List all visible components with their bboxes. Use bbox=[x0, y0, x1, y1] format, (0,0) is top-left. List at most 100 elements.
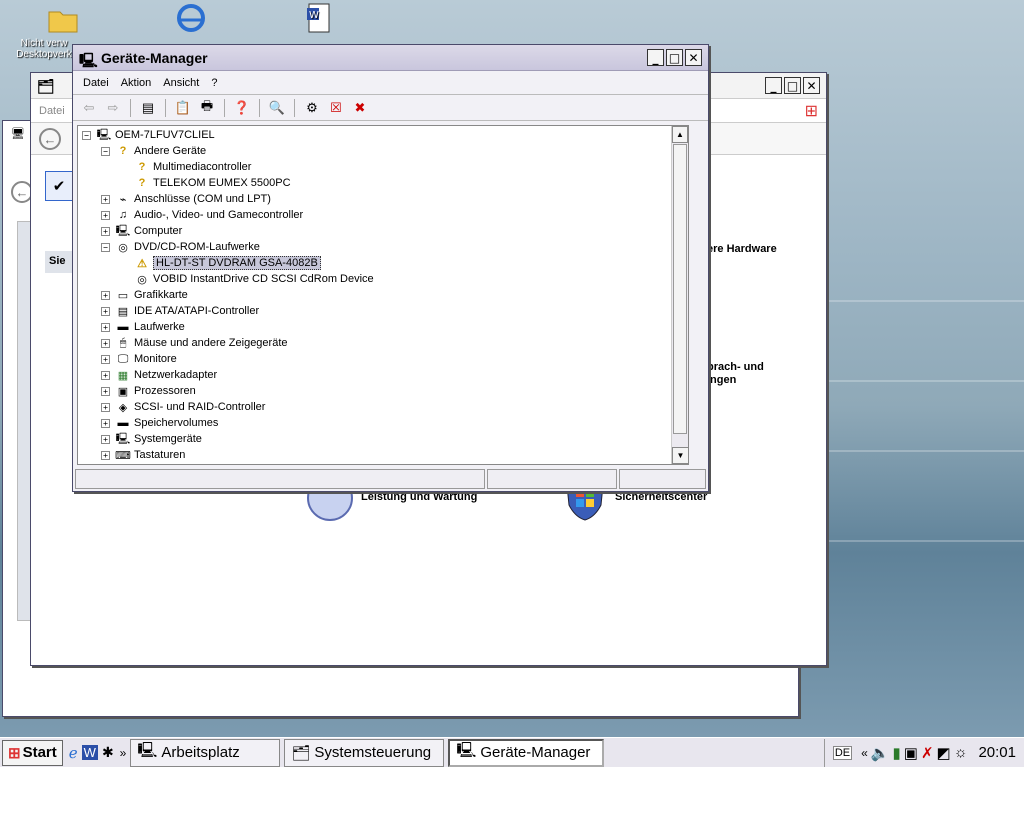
minimize-button[interactable]: _ bbox=[765, 77, 782, 94]
help-icon[interactable]: ❓ bbox=[232, 98, 252, 118]
tree-item-label: Speichervolumes bbox=[134, 417, 219, 429]
tree-item[interactable]: + ▭ Grafikkarte bbox=[101, 287, 188, 303]
warning-device-icon: ? bbox=[138, 177, 146, 189]
category-sicherheitscenter[interactable]: Sicherheitscenter bbox=[615, 491, 707, 503]
expand-toggle[interactable]: + bbox=[101, 402, 110, 412]
tree-child[interactable]: ? TELEKOM EUMEX 5500PC bbox=[134, 175, 291, 191]
tray-expand-icon[interactable]: « bbox=[861, 746, 868, 760]
tree-item[interactable]: − ? Andere Geräte bbox=[101, 143, 206, 159]
quicklaunch-word-icon[interactable]: W bbox=[81, 745, 98, 760]
task-geraete-manager[interactable]: 🖳 Geräte-Manager bbox=[448, 738, 605, 767]
folder-icon bbox=[48, 11, 78, 33]
scroll-down-arrow-icon[interactable]: ▼ bbox=[672, 447, 688, 464]
expand-toggle[interactable]: + bbox=[101, 354, 110, 364]
expand-toggle[interactable]: + bbox=[101, 226, 110, 236]
collapse-toggle[interactable]: − bbox=[101, 242, 110, 252]
quicklaunch-ie-icon[interactable]: ℯ bbox=[69, 744, 78, 762]
expand-toggle[interactable]: + bbox=[101, 434, 110, 444]
tree-item[interactable]: + ♫ Audio-, Video- und Gamecontroller bbox=[101, 207, 303, 223]
expand-toggle[interactable]: + bbox=[101, 370, 110, 380]
svg-text:W: W bbox=[309, 10, 319, 21]
tree-item[interactable]: + ▤ IDE ATA/ATAPI-Controller bbox=[101, 303, 259, 319]
maximize-button[interactable]: □ bbox=[666, 49, 683, 66]
uninstall-device-icon[interactable]: ✖ bbox=[350, 98, 370, 118]
tree-item[interactable]: + ⌨ Tastaturen bbox=[101, 447, 185, 463]
tree-item[interactable]: + ▣ Prozessoren bbox=[101, 383, 196, 399]
update-driver-icon[interactable]: ⚙ bbox=[302, 98, 322, 118]
tree-item[interactable]: + 🖳 Computer bbox=[101, 223, 182, 239]
tree-child-selected[interactable]: ⚠ HL-DT-ST DVDRAM GSA-4082B bbox=[134, 255, 321, 271]
maximize-button[interactable]: □ bbox=[784, 77, 801, 94]
tree-item-label: Anschlüsse (COM und LPT) bbox=[134, 193, 271, 205]
tree-item[interactable]: + ⌁ Anschlüsse (COM und LPT) bbox=[101, 191, 271, 207]
network-signal-icon[interactable]: ▮ bbox=[892, 744, 900, 762]
properties-icon[interactable]: 📋 bbox=[173, 98, 193, 118]
tree-root[interactable]: − 🖳 OEM-7LFUV7CLIEL bbox=[82, 127, 215, 143]
task-label: Arbeitsplatz bbox=[161, 744, 240, 761]
expand-toggle[interactable]: + bbox=[101, 210, 110, 220]
scan-hardware-icon[interactable]: 🔍 bbox=[267, 98, 287, 118]
tree-item[interactable]: + 🖱 Mäuse und andere Zeigegeräte bbox=[101, 335, 288, 351]
collapse-toggle[interactable]: − bbox=[82, 130, 91, 140]
tree-item[interactable]: + ◈ SCSI- und RAID-Controller bbox=[101, 399, 265, 415]
show-hide-console-tree-icon[interactable]: ▤ bbox=[138, 98, 158, 118]
menu-datei[interactable]: Datei bbox=[79, 77, 117, 89]
desktop-icon-internet-explorer[interactable] bbox=[156, 2, 226, 39]
speaker-icon[interactable]: 🔈 bbox=[871, 744, 890, 762]
menu-help[interactable]: ? bbox=[207, 77, 225, 89]
expand-toggle[interactable]: + bbox=[101, 306, 110, 316]
expand-toggle[interactable]: + bbox=[101, 194, 110, 204]
close-button[interactable]: ✕ bbox=[685, 49, 702, 66]
device-manager-statusbar bbox=[75, 469, 706, 489]
category-hardware-text[interactable]: ere Hardware bbox=[707, 243, 777, 255]
scrollbar-thumb[interactable] bbox=[673, 144, 687, 434]
expand-toggle[interactable]: + bbox=[101, 418, 110, 428]
scroll-up-arrow-icon[interactable]: ▲ bbox=[672, 126, 688, 143]
task-arbeitsplatz[interactable]: 🖳 Arbeitsplatz bbox=[130, 738, 281, 767]
menu-aktion[interactable]: Aktion bbox=[117, 77, 160, 89]
tray-app-icon[interactable]: ◩ bbox=[937, 744, 951, 762]
tree-item[interactable]: + 🖵 Monitore bbox=[101, 351, 177, 367]
control-panel-icon: 🗂 bbox=[291, 744, 311, 762]
back-arrow-icon[interactable]: ⇦ bbox=[79, 98, 99, 118]
language-indicator[interactable]: DE bbox=[832, 745, 853, 760]
tray-app-icon[interactable]: ☼ bbox=[954, 744, 968, 761]
keyboard-icon: ⌨ bbox=[115, 449, 131, 462]
print-icon[interactable]: 🖶 bbox=[197, 98, 217, 118]
task-systemsteuerung[interactable]: 🗂 Systemsteuerung bbox=[284, 738, 445, 767]
device-tree: − 🖳 OEM-7LFUV7CLIEL − ? Andere Geräte ? … bbox=[77, 125, 689, 465]
category-sprache-text-line1[interactable]: prach- und bbox=[707, 361, 764, 373]
expand-toggle[interactable]: + bbox=[101, 322, 110, 332]
quicklaunch-more-icon[interactable]: » bbox=[120, 746, 127, 760]
tree-item[interactable]: + 🖳 Systemgeräte bbox=[101, 431, 202, 447]
tray-app-icon[interactable]: ▣ bbox=[904, 744, 918, 762]
forward-arrow-icon[interactable]: ⇨ bbox=[103, 98, 123, 118]
tree-child[interactable]: ? Multimediacontroller bbox=[134, 159, 252, 175]
category-leistung-wartung[interactable]: Leistung und Wartung bbox=[361, 491, 477, 503]
tree-child[interactable]: ◎ VOBID InstantDrive CD SCSI CdRom Devic… bbox=[134, 271, 373, 287]
collapse-toggle[interactable]: − bbox=[101, 146, 110, 156]
back-button[interactable]: ← bbox=[39, 128, 61, 150]
network-disconnected-icon[interactable]: ✗ bbox=[921, 744, 934, 762]
tree-item[interactable]: − ◎ DVD/CD-ROM-Laufwerke bbox=[101, 239, 260, 255]
expand-toggle[interactable]: + bbox=[101, 290, 110, 300]
expand-toggle[interactable]: + bbox=[101, 338, 110, 348]
tree-item-label: SCSI- und RAID-Controller bbox=[134, 401, 266, 413]
desktop-icon-word-document[interactable]: W bbox=[284, 2, 354, 39]
disable-device-icon[interactable]: ☒ bbox=[326, 98, 346, 118]
category-sprache-text-line2[interactable]: ingen bbox=[707, 374, 736, 386]
expand-toggle[interactable]: + bbox=[101, 386, 110, 396]
desktop-icon-shortcuts[interactable] bbox=[28, 4, 98, 41]
expand-toggle[interactable]: + bbox=[101, 450, 110, 460]
vertical-scrollbar[interactable]: ▲ ▼ bbox=[671, 126, 688, 464]
start-button[interactable]: ⊞ Start bbox=[2, 739, 63, 766]
quicklaunch-app-icon[interactable]: ✱ bbox=[102, 744, 114, 761]
device-manager-titlebar[interactable]: 🖳 Geräte-Manager _ □ ✕ bbox=[73, 45, 708, 71]
menu-ansicht[interactable]: Ansicht bbox=[159, 77, 207, 89]
tree-item-label: DVD/CD-ROM-Laufwerke bbox=[134, 241, 260, 253]
tree-item[interactable]: + ▦ Netzwerkadapter bbox=[101, 367, 217, 383]
minimize-button[interactable]: _ bbox=[647, 49, 664, 66]
close-button[interactable]: ✕ bbox=[803, 77, 820, 94]
tree-item[interactable]: + ▬ Laufwerke bbox=[101, 319, 185, 335]
menu-datei[interactable]: Datei bbox=[39, 105, 65, 117]
